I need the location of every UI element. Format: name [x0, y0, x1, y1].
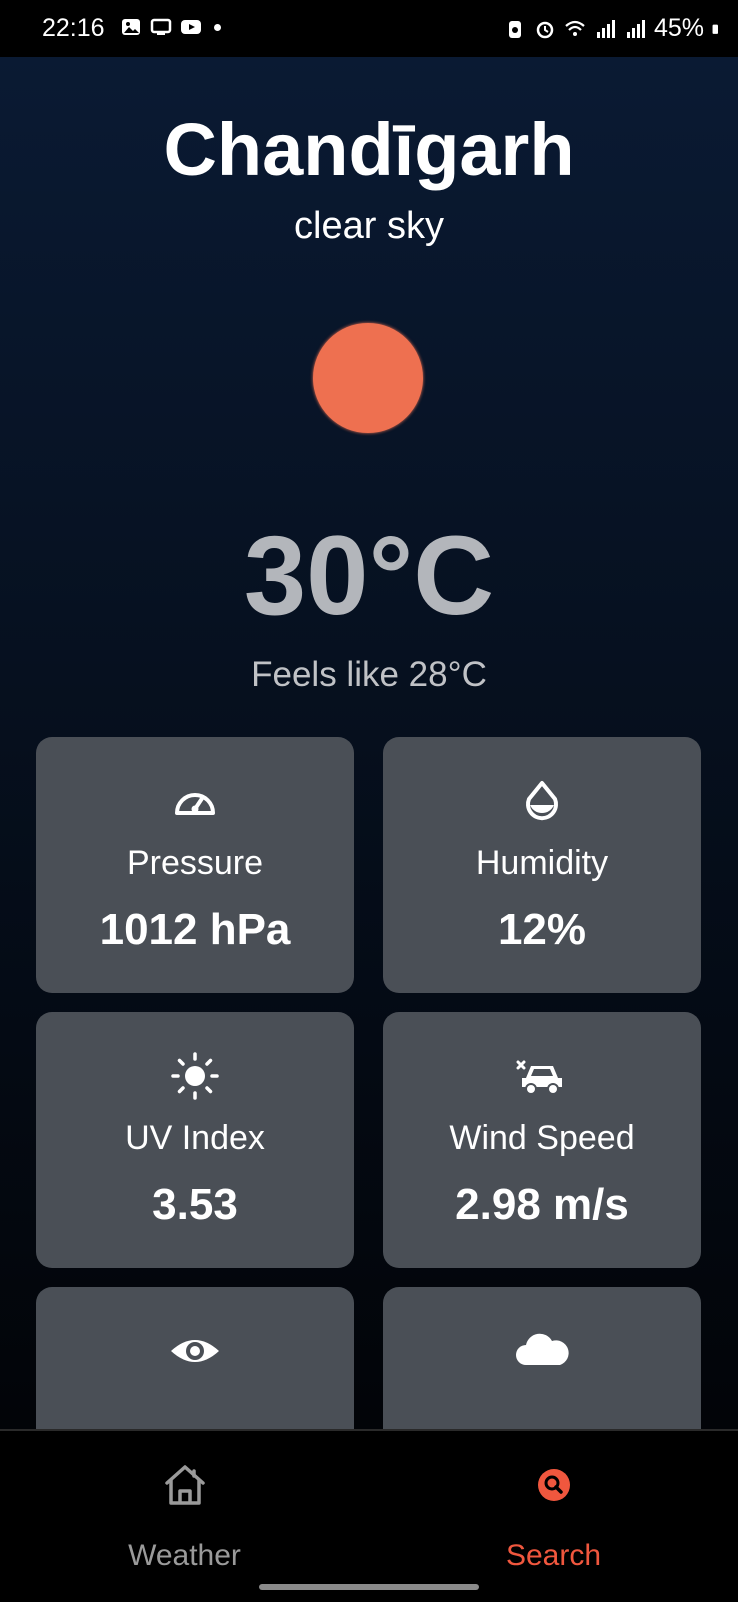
nav-label-weather: Weather	[128, 1539, 241, 1572]
pressure-label: Pressure	[126, 844, 264, 882]
gallery-icon	[122, 19, 140, 35]
notification-dot	[214, 23, 221, 31]
uv-index-value: 3.53	[152, 1180, 238, 1229]
nav-item-weather[interactable]: Weather	[0, 1431, 369, 1602]
feels-like: Feels like 28°C	[251, 655, 487, 694]
temperature: 30°C	[243, 513, 495, 638]
status-left-icons	[120, 16, 221, 38]
battery-percent: 45%	[653, 14, 704, 42]
eye-icon	[171, 1340, 219, 1362]
speedometer-icon	[175, 793, 215, 815]
visibility-card	[36, 1287, 354, 1429]
humidity-value: 12%	[497, 905, 587, 954]
clouds-card	[383, 1287, 701, 1429]
pressure-value: 1012 hPa	[99, 905, 291, 954]
status-time: 22:16	[42, 14, 105, 42]
uv-index-label: UV Index	[125, 1119, 265, 1157]
status-right-icons: 45%	[504, 14, 724, 43]
weather-screen: Chandīgarh clear sky 30°C Feels like 28°…	[0, 57, 738, 1429]
nav-label-search: Search	[505, 1539, 602, 1572]
bottom-navigation: Weather Search	[0, 1429, 738, 1602]
car-wind-icon	[516, 1060, 562, 1095]
home-indicator[interactable]	[259, 1584, 479, 1590]
battery-saver-icon	[508, 20, 521, 38]
wind-speed-label: Wind Speed	[449, 1119, 635, 1157]
humidity-card: Humidity 12%	[383, 737, 701, 993]
weather-description: clear sky	[294, 205, 444, 247]
search-icon	[537, 1469, 570, 1501]
status-bar: 22:16 45%	[0, 0, 738, 57]
youtube-icon	[181, 20, 201, 34]
home-icon	[164, 1465, 205, 1505]
wind-speed-card: Wind Speed 2.98 m/s	[383, 1012, 701, 1268]
city-name: Chandīgarh	[163, 108, 575, 191]
pressure-card: Pressure 1012 hPa	[36, 737, 354, 993]
water-drop-icon	[526, 781, 558, 821]
sun-icon	[313, 323, 423, 433]
humidity-label: Humidity	[475, 844, 609, 882]
signal-icon	[596, 19, 615, 38]
uv-index-card: UV Index 3.53	[36, 1012, 354, 1268]
battery-icon	[712, 24, 718, 34]
alarm-icon	[536, 21, 554, 38]
signal-icon	[626, 19, 645, 38]
cloud-icon	[516, 1333, 569, 1365]
wifi-icon	[565, 20, 585, 36]
wind-speed-value: 2.98 m/s	[455, 1180, 629, 1229]
sun-icon	[171, 1052, 219, 1100]
nav-item-search[interactable]: Search	[369, 1431, 738, 1602]
cast-icon	[150, 18, 172, 35]
